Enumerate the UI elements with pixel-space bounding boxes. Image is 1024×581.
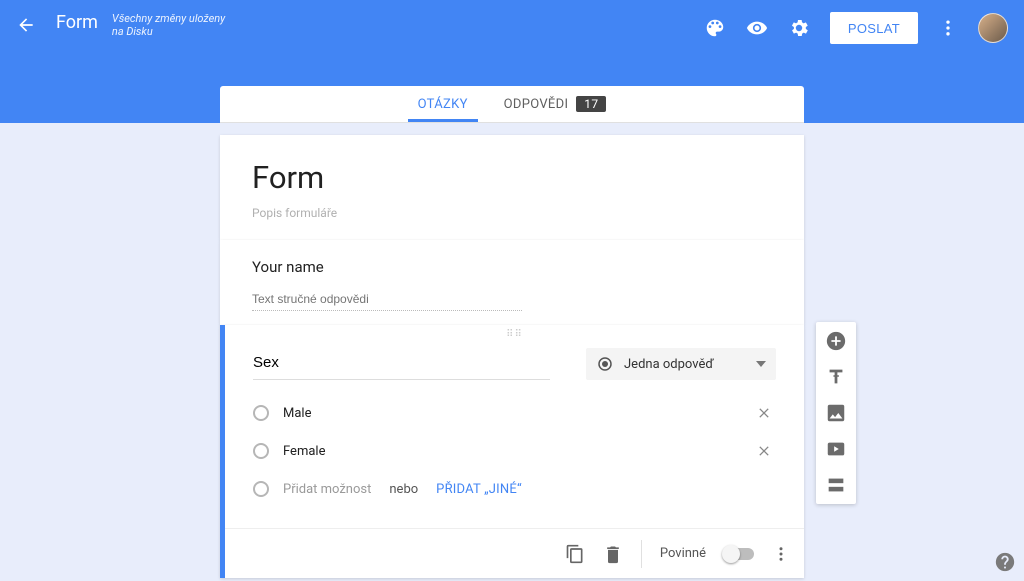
form-header-card[interactable]: Form Popis formuláře [220,135,804,240]
more-icon[interactable] [938,18,958,38]
required-label: Povinné [660,546,706,561]
tab-responses-label: ODPOVĚDI [504,97,569,112]
duplicate-icon[interactable] [565,544,585,564]
save-status: Všechny změny uloženy na Disku [112,12,232,38]
add-other-link[interactable]: PŘIDAT „JINÉ“ [436,482,522,497]
question-type-select[interactable]: Jedna odpověď [586,348,776,380]
add-title-icon[interactable] [825,366,847,388]
help-icon[interactable] [994,551,1016,573]
option-label[interactable]: Female [283,444,738,459]
remove-option-icon[interactable] [752,443,776,459]
radio-circle-icon [253,405,269,421]
option-label[interactable]: Male [283,406,738,421]
add-option-placeholder[interactable]: Přidat možnost [283,482,371,497]
add-image-icon[interactable] [825,402,847,424]
radio-circle-icon [253,481,269,497]
preview-icon[interactable] [746,17,768,39]
short-answer-input [252,288,522,311]
required-toggle[interactable] [724,548,754,560]
avatar[interactable] [978,13,1008,43]
divider [641,540,642,568]
radio-circle-icon [253,443,269,459]
tab-questions[interactable]: OTÁZKY [418,86,468,122]
question-card-2-active[interactable]: ⠿⠿ Jedna odpověď Male Female [220,325,804,578]
question-more-icon[interactable] [772,545,790,563]
tab-responses[interactable]: ODPOVĚDI 17 [504,86,607,122]
add-section-icon[interactable] [825,474,847,496]
palette-icon[interactable] [704,17,726,39]
add-video-icon[interactable] [825,438,847,460]
radio-icon [596,355,614,373]
chevron-down-icon [756,361,766,367]
responses-count-badge: 17 [576,96,606,112]
delete-icon[interactable] [603,544,623,564]
form-title[interactable]: Form [252,159,772,196]
question-title[interactable]: Your name [252,258,772,276]
option-row: Male [253,394,776,432]
or-text: nebo [389,482,418,497]
back-arrow-icon[interactable] [16,15,36,35]
side-toolbar [816,322,856,504]
add-option-row: Přidat možnost nebo PŘIDAT „JINÉ“ [253,470,776,508]
option-row: Female [253,432,776,470]
question-card-1[interactable]: Your name [220,240,804,325]
form-description-placeholder[interactable]: Popis formuláře [252,206,772,220]
add-question-icon[interactable] [825,330,847,352]
send-button[interactable]: POSLAT [830,12,918,44]
settings-icon[interactable] [788,17,810,39]
remove-option-icon[interactable] [752,405,776,421]
app-title[interactable]: Form [56,12,98,33]
question-type-label: Jedna odpověď [624,357,714,372]
drag-handle-icon[interactable]: ⠿⠿ [225,325,804,340]
question-title-input[interactable] [253,348,550,380]
